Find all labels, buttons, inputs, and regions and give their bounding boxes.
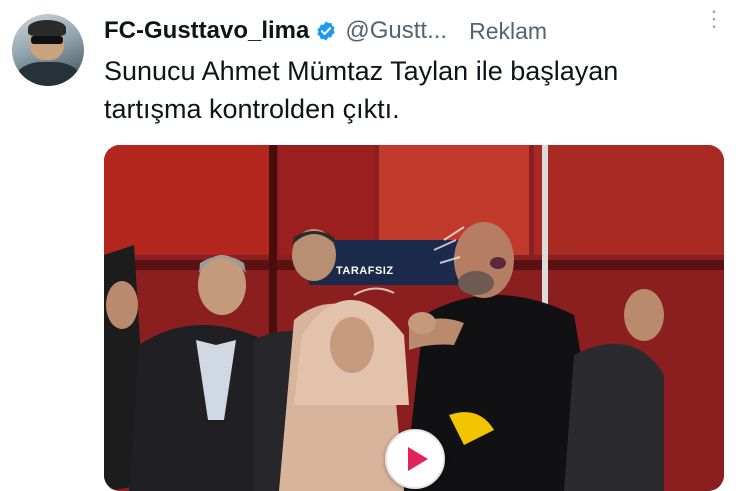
display-name[interactable]: FC-Gusttavo_lima: [104, 17, 309, 45]
tweet-media[interactable]: TARAFSIZ: [104, 145, 724, 491]
tweet-text: Sunucu Ahmet Mümtaz Taylan ile başlayan …: [104, 56, 619, 124]
verified-badge-icon: [315, 20, 337, 42]
ad-label: Reklam: [469, 17, 548, 44]
handle[interactable]: @Gustt...: [345, 17, 447, 45]
play-icon: [407, 447, 428, 471]
studio-label: TARAFSIZ: [336, 265, 394, 277]
more-options-icon[interactable]: ⋮: [703, 6, 725, 32]
avatar-glasses: [31, 36, 63, 44]
play-button[interactable]: [385, 429, 445, 489]
tweet-header: FC-Gusttavo_lima @Gustt... Reklam: [104, 14, 726, 48]
avatar-hair: [28, 20, 66, 36]
avatar[interactable]: [12, 14, 84, 86]
avatar-shirt: [16, 62, 80, 86]
